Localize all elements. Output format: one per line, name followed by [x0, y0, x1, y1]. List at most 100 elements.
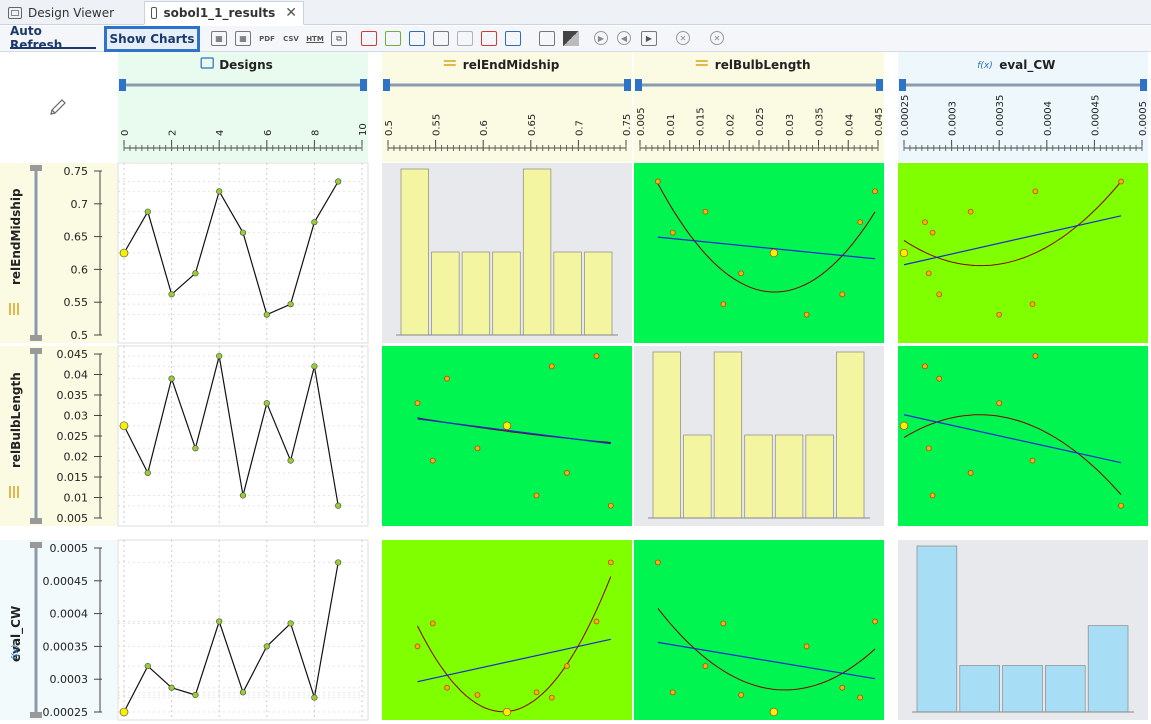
series-point: [311, 363, 318, 370]
play-icon[interactable]: ▶: [594, 31, 608, 45]
folder-red-icon[interactable]: [361, 31, 377, 46]
series-point: [168, 684, 175, 691]
export-pdf-icon[interactable]: PDF: [258, 31, 276, 46]
axis-tick-label: 0.015: [696, 107, 707, 136]
scatter-point: [669, 229, 676, 236]
function-icon: f(x): [977, 61, 993, 71]
folder-list-icon[interactable]: [433, 31, 449, 46]
folder-delete-icon[interactable]: [481, 31, 497, 46]
axis-tick-label: 0.5: [71, 329, 89, 342]
scatter-point: [1118, 178, 1124, 185]
axis-tick-label: 0.7: [574, 120, 585, 136]
axis-tick-label: 0.025: [755, 107, 766, 136]
scatter-point: [720, 301, 727, 308]
scatter-point: [929, 492, 936, 499]
histogram-bar: [584, 251, 613, 336]
histogram-bar: [1045, 665, 1086, 713]
play-box-icon[interactable]: ▶: [641, 31, 657, 46]
tab-sobol-results[interactable]: sobol1_1_results ✕: [144, 1, 304, 25]
scatter-point: [593, 353, 600, 359]
cancel-icon[interactable]: ✕: [676, 31, 690, 45]
scatter-point: [996, 311, 1003, 318]
scatter-point: [967, 470, 974, 476]
scatter-point: [929, 229, 936, 236]
scatter-point: [925, 445, 932, 452]
histogram-bar: [553, 251, 582, 336]
tab-label: sobol1_1_results: [163, 6, 276, 20]
folder-blue-icon[interactable]: [409, 31, 425, 46]
histogram-bar: [431, 251, 460, 336]
series-point: [263, 643, 270, 650]
contrast-icon[interactable]: [563, 31, 579, 46]
axis-tick-label: 0.00045: [1090, 95, 1101, 136]
show-charts-button[interactable]: Show Charts: [104, 26, 200, 52]
scatter-point: [839, 291, 846, 298]
tab-design-viewer[interactable]: Design Viewer: [2, 1, 142, 25]
axis-tick-label: 6: [263, 130, 274, 136]
close-icon[interactable]: ✕: [285, 6, 297, 20]
histogram-bar: [959, 665, 1000, 713]
axis-tick-label: 2: [168, 130, 179, 136]
series-point: [311, 219, 318, 226]
range-slider-handle: [119, 79, 126, 91]
scatter-point: [429, 620, 436, 627]
range-slider-handle: [30, 348, 42, 354]
axis-tick-label: 0.75: [622, 114, 633, 136]
histogram-bar: [461, 251, 491, 336]
axis-tick-label: 0.6: [479, 120, 490, 136]
scatter-point: [720, 620, 727, 627]
scatter-point: [654, 178, 661, 185]
column-header-label: Designs: [219, 58, 273, 72]
export-htm-icon[interactable]: HTM: [306, 31, 324, 46]
series-point: [287, 457, 294, 464]
table-view-icon[interactable]: ▦: [211, 31, 227, 46]
scatter-point: [502, 707, 512, 717]
scatter-point: [1032, 188, 1039, 195]
scatter-matrix-svg: Designs 0 2 4 6 8 10 relEndMidship 0.5 0.55 0.6 0.6…: [0, 52, 1149, 721]
scatter-point: [872, 618, 878, 625]
column-header-label: eval_CW: [999, 58, 1055, 73]
series-point: [239, 689, 247, 696]
auto-refresh-button[interactable]: Auto Refresh: [10, 24, 96, 52]
folder-grey-icon[interactable]: [457, 31, 473, 46]
range-slider-handle: [30, 518, 42, 524]
histogram-bar: [1087, 625, 1129, 713]
series-point: [263, 311, 270, 318]
range-slider-handle: [30, 335, 42, 341]
grid-view-icon[interactable]: ▦: [235, 31, 251, 46]
back-icon[interactable]: ◀: [617, 31, 631, 45]
add-column-icon[interactable]: [539, 31, 555, 46]
axis-tick-label: 0.75: [64, 165, 89, 178]
row-header-label: relBulbLength: [9, 372, 23, 468]
scatter-point: [803, 643, 810, 650]
axis-tick-label: 0.00025: [900, 95, 911, 136]
axis-tick-label: 0.035: [815, 107, 826, 136]
series-point: [192, 691, 199, 699]
scatter-point: [996, 400, 1003, 407]
scatter-point: [474, 692, 481, 698]
series-point: [239, 492, 247, 499]
axis-tick-label: 0.5: [384, 120, 395, 136]
series-point: [216, 618, 223, 625]
scatter-point: [414, 400, 421, 407]
axis-tick-label: 0.03: [785, 114, 796, 136]
range-slider-handle: [383, 79, 390, 91]
row-header-label: relEndMidship: [9, 188, 23, 285]
histogram-bar: [492, 251, 521, 336]
export-csv-icon[interactable]: CSV: [282, 31, 300, 46]
scatter-point: [769, 248, 779, 258]
axis-tick-label: 0.04: [844, 114, 855, 136]
folder-green-icon[interactable]: [385, 31, 401, 46]
stop-icon[interactable]: ✕: [710, 31, 724, 45]
scatter-cell: [898, 163, 1148, 343]
axis-tick-label: 0: [120, 130, 131, 136]
histogram-bar: [683, 434, 712, 519]
series-point: [119, 421, 129, 431]
copy-icon[interactable]: ⧉: [331, 31, 347, 46]
upload-icon[interactable]: [505, 31, 521, 46]
range-slider-handle: [30, 712, 42, 718]
column-header-label: relBulbLength: [715, 58, 811, 72]
axis-tick-label: 0.00025: [43, 706, 89, 719]
series-plot-area: [117, 345, 369, 527]
tab-label: Design Viewer: [28, 6, 115, 20]
